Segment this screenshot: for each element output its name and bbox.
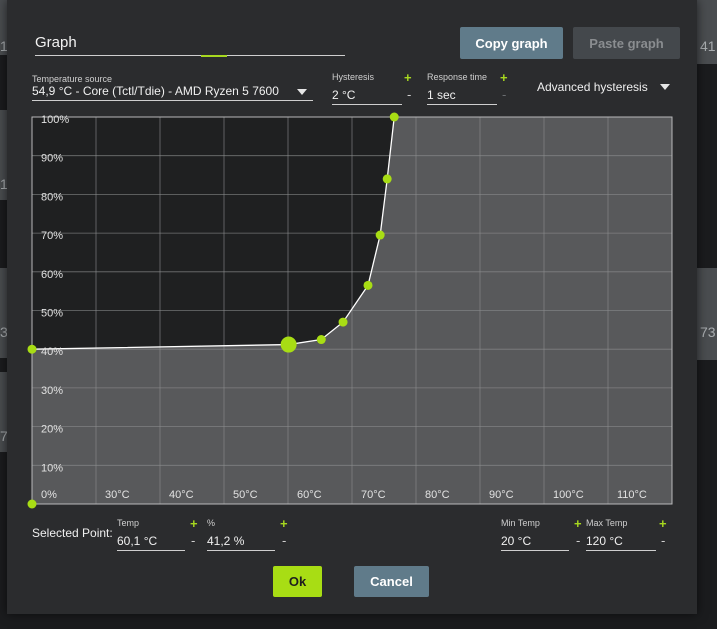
temperature-source-value: 54,9 °C - Core (Tctl/Tdie) - AMD Ryzen 5… [32, 84, 279, 98]
curve-point[interactable] [389, 112, 399, 122]
min-temp-decrease-button[interactable]: - [576, 534, 580, 547]
background-panel-right [696, 268, 717, 360]
selected-temp-value: 60,1 °C [117, 534, 158, 548]
x-tick-label: 40°C [169, 489, 194, 501]
graph-name-input[interactable]: Graph [35, 30, 345, 57]
x-tick-label: 30°C [105, 489, 130, 501]
x-tick-label: 0% [41, 489, 57, 501]
background-number: 73 [700, 324, 716, 340]
chevron-down-icon[interactable] [660, 84, 670, 90]
hysteresis-label: Hysteresis [332, 72, 375, 82]
fan-curve-svg[interactable]: 100% 90% 80% 70% 60% 50% 40% 30% 20% 10% 0% 30°C 40°… [27, 112, 673, 509]
curve-point[interactable] [27, 344, 37, 354]
y-tick-label: 80% [41, 191, 63, 203]
curve-point[interactable] [363, 280, 373, 290]
min-temp-value: 20 °C [501, 534, 532, 548]
curve-point[interactable] [382, 174, 392, 184]
x-tick-label: 100°C [553, 489, 584, 501]
hysteresis-field[interactable]: 2 °C [332, 88, 402, 105]
max-temp-field[interactable]: 120 °C [586, 534, 656, 551]
max-temp-increase-button[interactable]: + [659, 517, 667, 530]
background-panel-right [696, 0, 717, 64]
selected-percent-increase-button[interactable]: + [280, 517, 288, 530]
response-time-increase-button[interactable]: + [500, 71, 508, 84]
curve-point[interactable] [338, 317, 348, 327]
min-temp-field[interactable]: 20 °C [501, 534, 569, 551]
response-time-value: 1 sec [427, 88, 456, 102]
cancel-button[interactable]: Cancel [354, 566, 429, 597]
y-tick-label: 40% [41, 346, 63, 358]
max-temp-label: Max Temp [586, 518, 628, 528]
y-tick-label: 100% [41, 114, 69, 126]
x-tick-label: 90°C [489, 489, 514, 501]
selected-percent-value: 41,2 % [207, 534, 245, 548]
response-time-label: Response time [427, 72, 488, 82]
y-tick-label: 30% [41, 385, 63, 397]
copy-graph-button[interactable]: Copy graph [460, 27, 563, 59]
temperature-source-select[interactable]: 54,9 °C - Core (Tctl/Tdie) - AMD Ryzen 5… [32, 84, 313, 101]
selected-temp-decrease-button[interactable]: - [191, 534, 195, 547]
selected-point-label: Selected Point: [32, 526, 113, 540]
y-tick-label: 50% [41, 308, 63, 320]
fan-curve-chart[interactable]: 100% 90% 80% 70% 60% 50% 40% 30% 20% 10% 0% 30°C 40°… [27, 112, 673, 509]
selected-temp-label: Temp [117, 518, 140, 528]
curve-point[interactable] [316, 335, 326, 345]
text-cursor-indicator [201, 55, 227, 57]
temperature-source-label: Temperature source [32, 74, 113, 84]
advanced-hysteresis-dropdown[interactable]: Advanced hysteresis [537, 80, 648, 94]
y-tick-label: 20% [41, 424, 63, 436]
selected-curve-point[interactable] [280, 336, 297, 353]
selected-temp-field[interactable]: 60,1 °C [117, 534, 185, 551]
selected-percent-label: % [207, 518, 216, 528]
paste-graph-button[interactable]: Paste graph [573, 27, 680, 59]
x-tick-label: 80°C [425, 489, 450, 501]
selected-temp-increase-button[interactable]: + [190, 517, 198, 530]
min-temp-increase-button[interactable]: + [574, 517, 582, 530]
y-tick-label: 70% [41, 230, 63, 242]
x-tick-label: 70°C [361, 489, 386, 501]
curve-point[interactable] [375, 230, 385, 240]
background-number: 41 [700, 38, 716, 54]
x-tick-label: 60°C [297, 489, 322, 501]
max-temp-value: 120 °C [586, 534, 623, 548]
hysteresis-decrease-button[interactable]: - [407, 88, 411, 101]
y-tick-label: 60% [41, 269, 63, 281]
selected-percent-decrease-button[interactable]: - [282, 534, 286, 547]
ok-button[interactable]: Ok [273, 566, 322, 597]
baseline-point [27, 499, 37, 509]
min-temp-label: Min Temp [501, 518, 540, 528]
hysteresis-value: 2 °C [332, 88, 356, 102]
max-temp-decrease-button[interactable]: - [661, 534, 665, 547]
hysteresis-increase-button[interactable]: + [404, 71, 412, 84]
fan-curve-dialog: Graph Copy graph Paste graph Temperature… [7, 0, 697, 614]
response-time-field[interactable]: 1 sec [427, 88, 497, 105]
selected-percent-field[interactable]: 41,2 % [207, 534, 275, 551]
x-tick-label: 110°C [617, 489, 647, 501]
x-tick-label: 50°C [233, 489, 258, 501]
y-tick-label: 10% [41, 462, 63, 474]
response-time-decrease-button[interactable]: - [502, 88, 506, 101]
y-tick-label: 90% [41, 153, 63, 165]
chevron-down-icon[interactable] [297, 89, 307, 95]
graph-name-value: Graph [35, 34, 77, 51]
